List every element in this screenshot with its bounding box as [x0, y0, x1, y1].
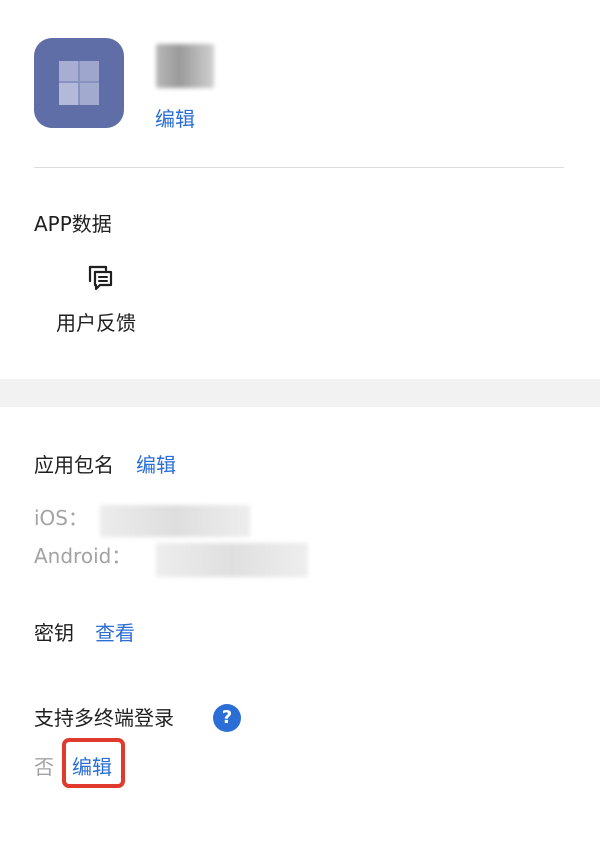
ios-label: iOS：: [34, 506, 88, 530]
package-name-edit-link[interactable]: 编辑: [136, 452, 176, 478]
multi-login-value: 否: [34, 755, 54, 779]
app-icon: [34, 38, 124, 128]
app-edit-link[interactable]: 编辑: [155, 106, 195, 132]
header-divider: [34, 167, 564, 168]
ios-package-value: [100, 505, 250, 537]
multi-login-edit-link[interactable]: 编辑: [72, 754, 112, 780]
chat-bubble-icon: [88, 265, 113, 291]
package-name-title: 应用包名: [34, 453, 114, 477]
section-separator: [0, 379, 600, 407]
app-logo-mosaic: [59, 61, 99, 105]
android-package-value: [156, 543, 308, 577]
secret-key-view-link[interactable]: 查看: [95, 620, 135, 646]
app-name: [156, 44, 214, 88]
multi-login-title: 支持多终端登录: [34, 706, 174, 730]
secret-key-title: 密钥: [34, 621, 74, 645]
app-data-title: APP数据: [34, 212, 112, 236]
question-icon[interactable]: ?: [213, 704, 241, 732]
user-feedback-item[interactable]: 用户反馈: [54, 260, 150, 340]
user-feedback-label: 用户反馈: [56, 311, 136, 335]
android-label: Android：: [34, 544, 132, 568]
